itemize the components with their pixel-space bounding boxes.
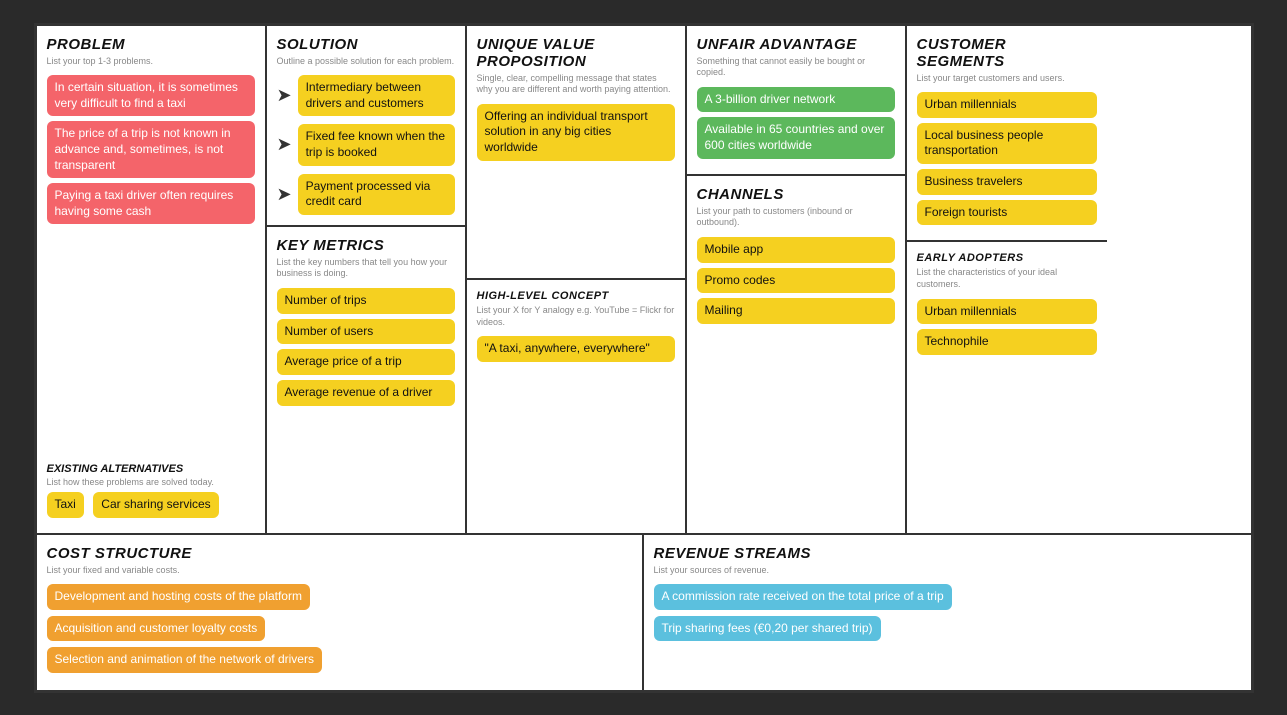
uvp-top: UNIQUE VALUE PROPOSITION Single, clear, …: [467, 26, 685, 281]
km-item-3: Average price of a trip: [277, 349, 455, 375]
bottom-section: COST STRUCTURE List your fixed and varia…: [37, 535, 1251, 690]
revenue-title: REVENUE STREAMS: [654, 545, 1241, 562]
problem-item-3: Paying a taxi driver often requires havi…: [47, 183, 255, 224]
lean-canvas: PROBLEM List your top 1-3 problems. In c…: [34, 23, 1254, 693]
cs-title: CUSTOMER SEGMENTS: [917, 36, 1097, 70]
solution-row-3: ➤ Payment processed via credit card: [277, 174, 455, 215]
key-metrics-title: KEY METRICS: [277, 237, 455, 254]
early-adopters-section: EARLY ADOPTERS List the characteristics …: [907, 242, 1107, 370]
ua-title: UNFAIR ADVANTAGE: [697, 36, 895, 53]
revenue-item-2: Trip sharing fees (€0,20 per shared trip…: [654, 616, 881, 642]
cost-structure-subtitle: List your fixed and variable costs.: [47, 565, 632, 577]
ea-item-2: Technophile: [917, 329, 1097, 355]
uvp-section: UNIQUE VALUE PROPOSITION Single, clear, …: [467, 26, 687, 533]
channels-section: CHANNELS List your path to customers (in…: [687, 176, 905, 339]
channel-item-2: Promo codes: [697, 268, 895, 294]
arrow-icon-3: ➤: [277, 184, 292, 205]
solution-item-2: Fixed fee known when the trip is booked: [298, 124, 455, 165]
ea-subtitle: List the characteristics of your ideal c…: [917, 267, 1097, 290]
ua-channels-section: UNFAIR ADVANTAGE Something that cannot e…: [687, 26, 907, 533]
channels-subtitle: List your path to customers (inbound or …: [697, 206, 895, 229]
ua-item-2: Available in 65 countries and over 600 c…: [697, 117, 895, 158]
solution-items: ➤ Intermediary between drivers and custo…: [277, 75, 455, 215]
problem-title: PROBLEM: [47, 36, 255, 53]
solution-km-column: SOLUTION Outline a possible solution for…: [267, 26, 467, 533]
revenue-item-1: A commission rate received on the total …: [654, 584, 952, 610]
arrow-icon-1: ➤: [277, 85, 292, 106]
problem-item-2: The price of a trip is not known in adva…: [47, 121, 255, 178]
cs-item-3: Business travelers: [917, 169, 1097, 195]
solution-item-1: Intermediary between drivers and custome…: [298, 75, 455, 116]
km-item-4: Average revenue of a driver: [277, 380, 455, 406]
cost-structure-title: COST STRUCTURE: [47, 545, 632, 562]
channel-item-3: Mailing: [697, 298, 895, 324]
problem-item-1: In certain situation, it is sometimes ve…: [47, 75, 255, 116]
ea-title: EARLY ADOPTERS: [917, 252, 1097, 264]
ua-subtitle: Something that cannot easily be bought o…: [697, 56, 895, 79]
customer-section: CUSTOMER SEGMENTS List your target custo…: [907, 26, 1107, 533]
solution-row-2: ➤ Fixed fee known when the trip is booke…: [277, 124, 455, 165]
arrow-icon-2: ➤: [277, 134, 292, 155]
cs-item-2: Local business people transportation: [917, 123, 1097, 164]
key-metrics-section: KEY METRICS List the key numbers that te…: [267, 227, 465, 421]
alt-taxi: Taxi: [47, 492, 84, 518]
revenue-subtitle: List your sources of revenue.: [654, 565, 1241, 577]
solution-title: SOLUTION: [277, 36, 455, 53]
high-level-title: HIGH-LEVEL CONCEPT: [477, 290, 675, 302]
cost-structure-section: COST STRUCTURE List your fixed and varia…: [37, 535, 644, 690]
uvp-subtitle: Single, clear, compelling message that s…: [477, 73, 675, 96]
high-level-subtitle: List your X for Y analogy e.g. YouTube =…: [477, 305, 675, 328]
revenue-streams-section: REVENUE STREAMS List your sources of rev…: [644, 535, 1251, 690]
problem-subtitle: List your top 1-3 problems.: [47, 56, 255, 68]
existing-alt-subtitle: List how these problems are solved today…: [47, 477, 255, 487]
ua-item-1: A 3-billion driver network: [697, 87, 895, 113]
uvp-main-text: Offering an individual transport solutio…: [477, 104, 675, 161]
key-metrics-subtitle: List the key numbers that tell you how y…: [277, 257, 455, 280]
km-item-1: Number of trips: [277, 288, 455, 314]
solution-subtitle: Outline a possible solution for each pro…: [277, 56, 455, 68]
cost-item-3: Selection and animation of the network o…: [47, 647, 322, 673]
km-item-2: Number of users: [277, 319, 455, 345]
cs-subtitle: List your target customers and users.: [917, 73, 1097, 85]
channels-title: CHANNELS: [697, 186, 895, 203]
problem-section: PROBLEM List your top 1-3 problems. In c…: [37, 26, 267, 533]
ea-item-1: Urban millennials: [917, 299, 1097, 325]
solution-row-1: ➤ Intermediary between drivers and custo…: [277, 75, 455, 116]
unfair-advantage-section: UNFAIR ADVANTAGE Something that cannot e…: [687, 26, 905, 176]
uvp-title: UNIQUE VALUE PROPOSITION: [477, 36, 675, 70]
solution-item-3: Payment processed via credit card: [298, 174, 455, 215]
high-level-text: "A taxi, anywhere, everywhere": [477, 336, 675, 362]
cost-item-1: Development and hosting costs of the pla…: [47, 584, 310, 610]
uvp-bottom: HIGH-LEVEL CONCEPT List your X for Y ana…: [467, 280, 685, 533]
cs-item-4: Foreign tourists: [917, 200, 1097, 226]
existing-alternatives: EXISTING ALTERNATIVES List how these pro…: [47, 453, 255, 523]
channel-item-1: Mobile app: [697, 237, 895, 263]
solution-section: SOLUTION Outline a possible solution for…: [267, 26, 465, 227]
customer-segments-section: CUSTOMER SEGMENTS List your target custo…: [907, 26, 1107, 243]
existing-alt-title: EXISTING ALTERNATIVES: [47, 463, 255, 475]
alt-car-sharing: Car sharing services: [93, 492, 218, 518]
cost-item-2: Acquisition and customer loyalty costs: [47, 616, 266, 642]
cs-item-1: Urban millennials: [917, 92, 1097, 118]
